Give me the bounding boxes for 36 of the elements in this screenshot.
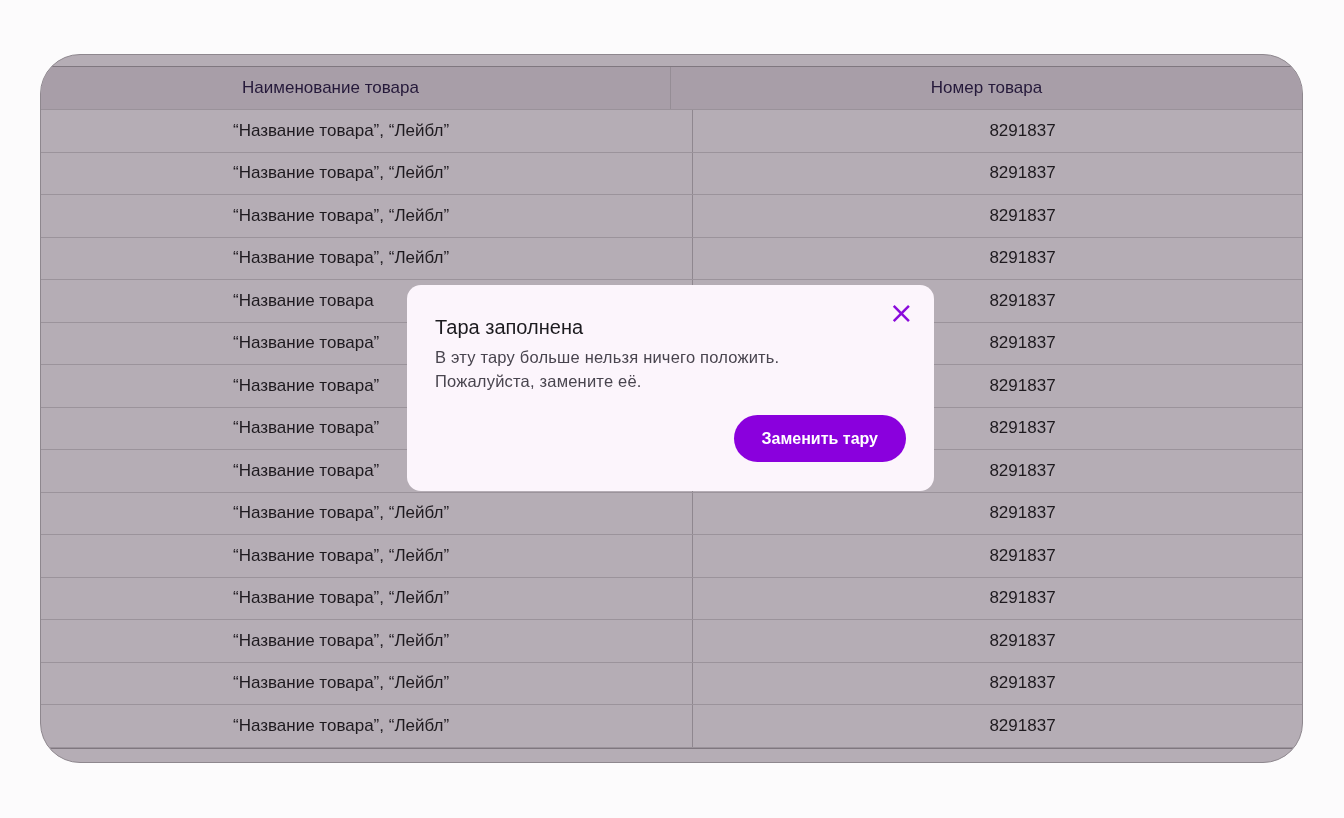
table-cell: “Название товара”, “Лейбл” — [233, 545, 450, 566]
column-header: Наименование товара — [41, 67, 671, 109]
table-cell: 8291837 — [989, 163, 1056, 184]
table-cell: 8291837 — [989, 460, 1056, 481]
table-cell: 8291837 — [989, 630, 1056, 651]
table-cell: 8291837 — [989, 503, 1056, 524]
table-cell: 8291837 — [989, 205, 1056, 226]
replace-button[interactable]: Заменить тару — [733, 415, 906, 462]
table-cell: “Название товара”, “Лейбл” — [233, 588, 450, 609]
table-cell: 8291837 — [989, 673, 1056, 694]
table-cell: “Название товара” — [233, 375, 380, 396]
table-cell: “Название товара”, “Лейбл” — [233, 120, 450, 141]
table-cell: 8291837 — [989, 418, 1056, 439]
table-cell: “Название товара” — [233, 333, 380, 354]
table-cell: “Название товара”, “Лейбл” — [233, 163, 450, 184]
table-cell: 8291837 — [989, 290, 1056, 311]
table-cell: 8291837 — [989, 120, 1056, 141]
table-cell: “Название товара”, “Лейбл” — [233, 715, 450, 736]
close-button[interactable]: × — [886, 301, 916, 325]
dialog-message: В эту тару больше нельзя ничего положить. Пожалуйста, замените её. — [435, 347, 781, 392]
column-header: Номер товара — [929, 77, 1044, 99]
table-cell: “Название товара”, “Лейбл” — [233, 673, 450, 694]
table-cell: 8291837 — [989, 333, 1056, 354]
table-cell: 8291837 — [989, 545, 1056, 566]
table-cell: “Название товара — [233, 290, 374, 311]
table-cell: 8291837 — [989, 248, 1056, 269]
table-cell: “Название товара”, “Лейбл” — [233, 503, 450, 524]
table-cell: “Название товара”, “Лейбл” — [233, 205, 450, 226]
dialog-title: Тара заполнена — [435, 316, 584, 339]
table-cell: 8291837 — [989, 375, 1056, 396]
table-cell: 8291837 — [989, 588, 1056, 609]
table-cell: “Название товара” — [233, 460, 380, 481]
table-cell: “Название товара” — [233, 418, 380, 439]
table-cell: “Название товара”, “Лейбл” — [233, 248, 450, 269]
table-cell: 8291837 — [989, 715, 1056, 736]
table-cell: “Название товара”, “Лейбл” — [233, 630, 450, 651]
